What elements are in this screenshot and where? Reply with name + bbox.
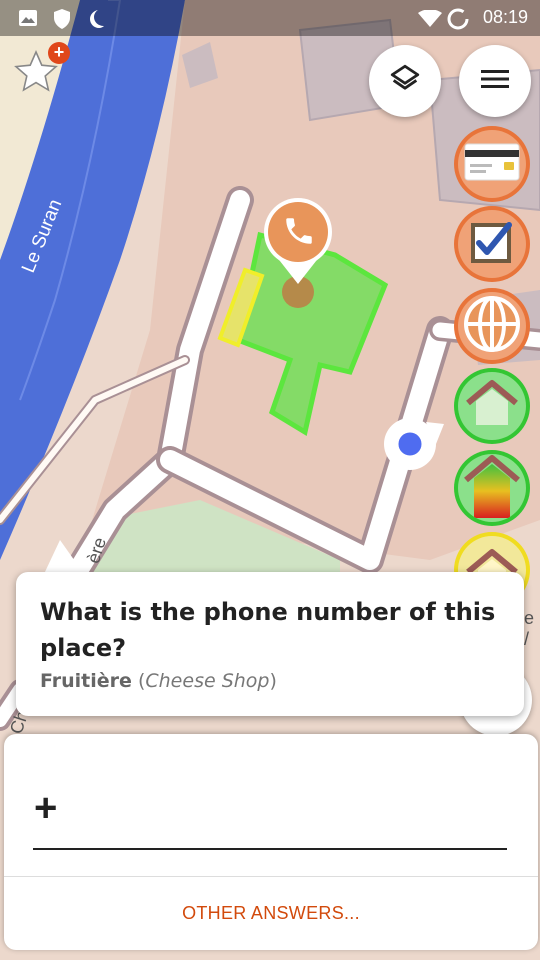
star-icon xyxy=(12,50,60,100)
quest-house[interactable] xyxy=(454,368,530,444)
shield-icon xyxy=(52,8,72,34)
place-type: Cheese Shop xyxy=(145,670,270,692)
other-answers-button[interactable]: OTHER ANSWERS... xyxy=(4,877,538,949)
quest-website[interactable] xyxy=(454,288,530,364)
house-levels-icon xyxy=(462,454,522,522)
question-card: What is the phone number of this place? … xyxy=(16,572,524,716)
phone-prefix: + xyxy=(34,786,58,830)
layers-button[interactable] xyxy=(369,45,441,117)
card-pointer xyxy=(44,540,84,574)
house-icon xyxy=(464,379,520,433)
image-icon xyxy=(18,8,38,32)
star-button[interactable]: + xyxy=(12,42,70,100)
status-bar: 08:19 xyxy=(0,0,540,36)
phone-icon xyxy=(282,214,316,252)
star-badge: + xyxy=(48,42,70,64)
globe-icon xyxy=(462,294,522,358)
quest-checkbox[interactable] xyxy=(454,206,530,282)
credit-card-icon xyxy=(464,142,520,186)
layers-icon xyxy=(388,62,422,100)
quest-payment-card[interactable] xyxy=(454,126,530,202)
input-underline xyxy=(33,848,507,850)
street-label: e / xyxy=(524,608,535,649)
menu-icon xyxy=(481,68,509,94)
quest-building-levels[interactable] xyxy=(454,450,530,526)
place-subtitle: Fruitière (Cheese Shop) xyxy=(40,670,277,692)
phone-number-input[interactable] xyxy=(74,780,508,844)
checkbox-icon xyxy=(469,219,515,269)
question-title: What is the phone number of this place? xyxy=(40,598,496,662)
moon-icon xyxy=(86,8,106,34)
menu-button[interactable] xyxy=(459,45,531,117)
sync-icon xyxy=(446,7,470,35)
status-time: 08:19 xyxy=(482,7,528,27)
place-name: Fruitière xyxy=(40,670,132,692)
my-location-marker xyxy=(382,414,446,478)
phone-quest-pin[interactable] xyxy=(262,198,334,308)
wifi-icon xyxy=(418,9,442,32)
answer-panel: + OTHER ANSWERS... xyxy=(4,734,538,950)
